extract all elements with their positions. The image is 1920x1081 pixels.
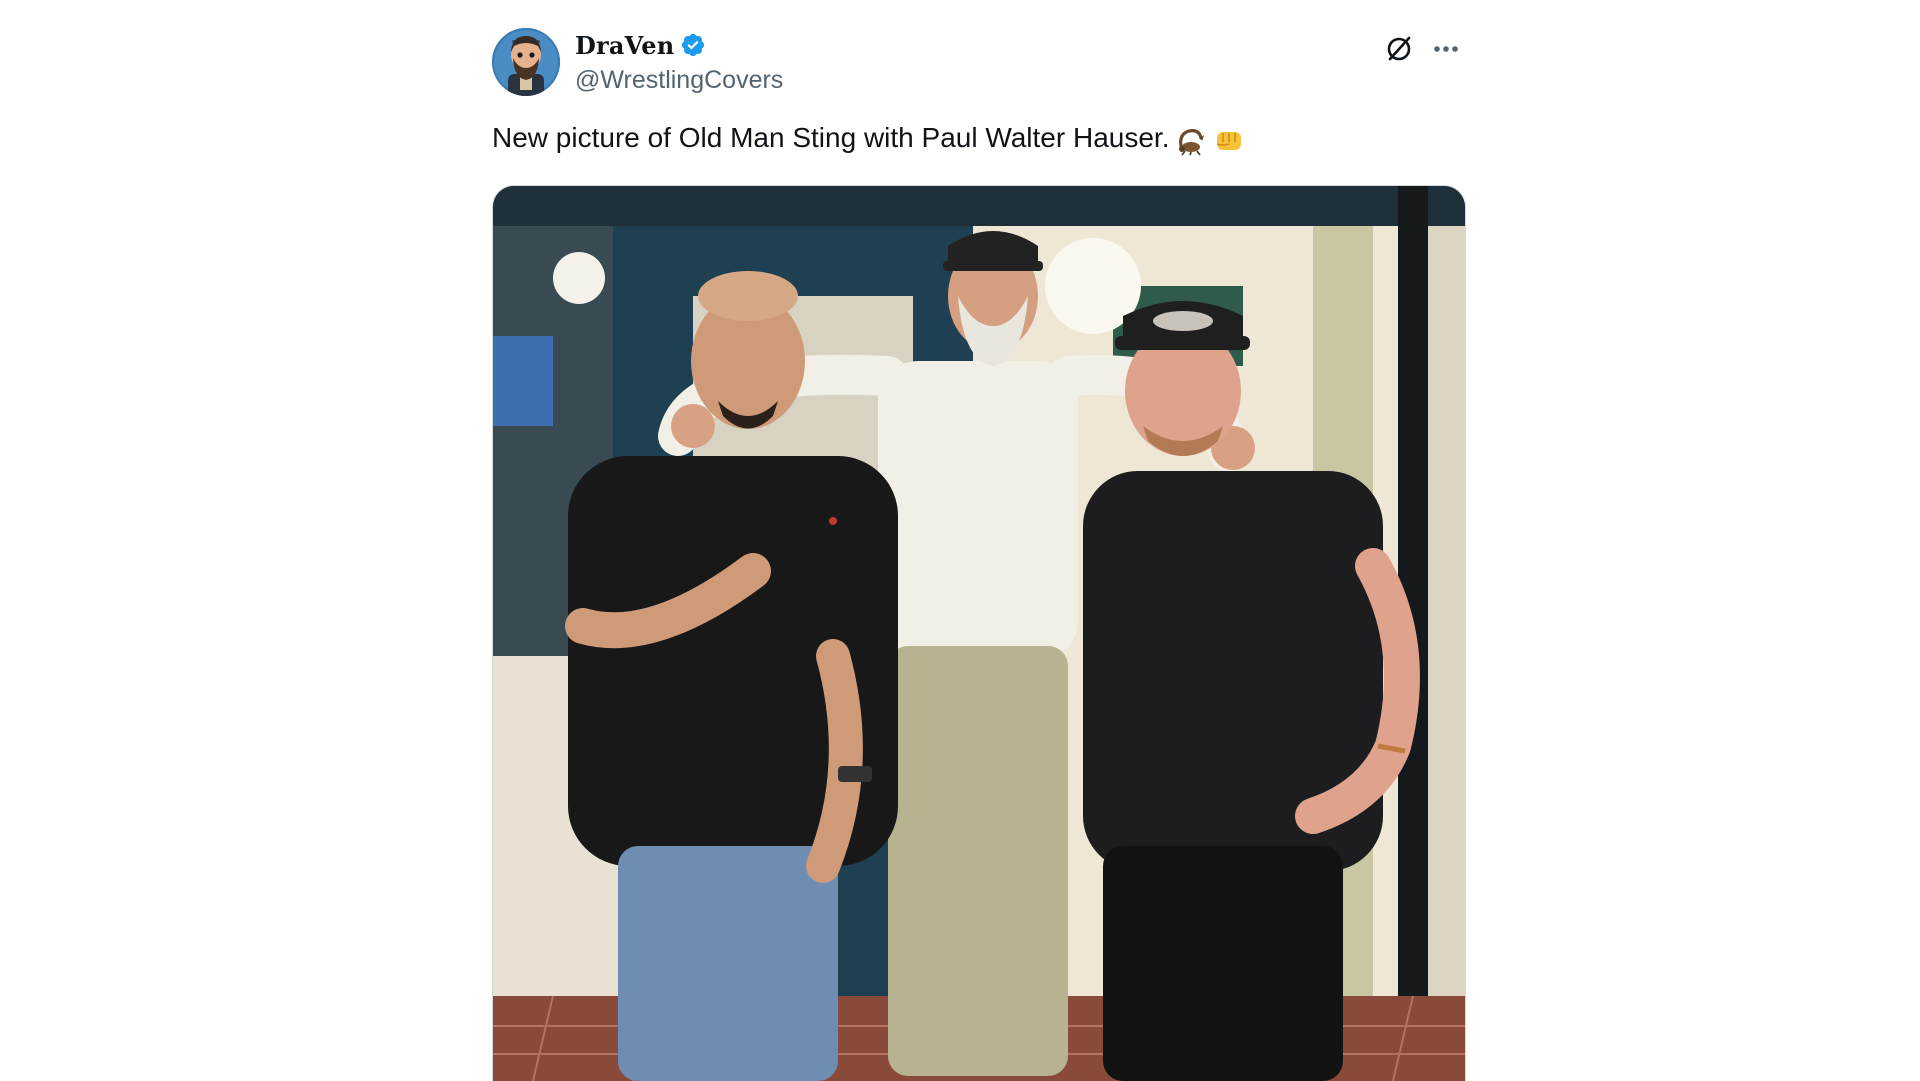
author-handle[interactable]: @WrestlingCovers [575, 66, 783, 95]
grok-icon[interactable] [1382, 32, 1416, 66]
scorpion-emoji-icon [1175, 124, 1207, 156]
author-display-name[interactable]: DraVen [575, 31, 674, 60]
verified-badge-icon [680, 32, 706, 58]
author-name-row: DraVen [575, 30, 706, 60]
tweet-photo[interactable] [492, 185, 1466, 1081]
avatar[interactable] [492, 28, 560, 96]
avatar-illustration [492, 28, 560, 96]
tweet-text-content: New picture of Old Man Sting with Paul W… [492, 122, 1170, 153]
photo-illustration [493, 186, 1465, 1081]
more-options-icon[interactable] [1428, 34, 1464, 64]
tweet-text: New picture of Old Man Sting with Paul W… [492, 122, 1245, 156]
fist-bump-emoji-icon [1213, 124, 1245, 156]
tweet-card: DraVen @WrestlingCovers New picture of O… [492, 22, 1472, 1081]
tweet-header: DraVen @WrestlingCovers [492, 22, 1472, 98]
